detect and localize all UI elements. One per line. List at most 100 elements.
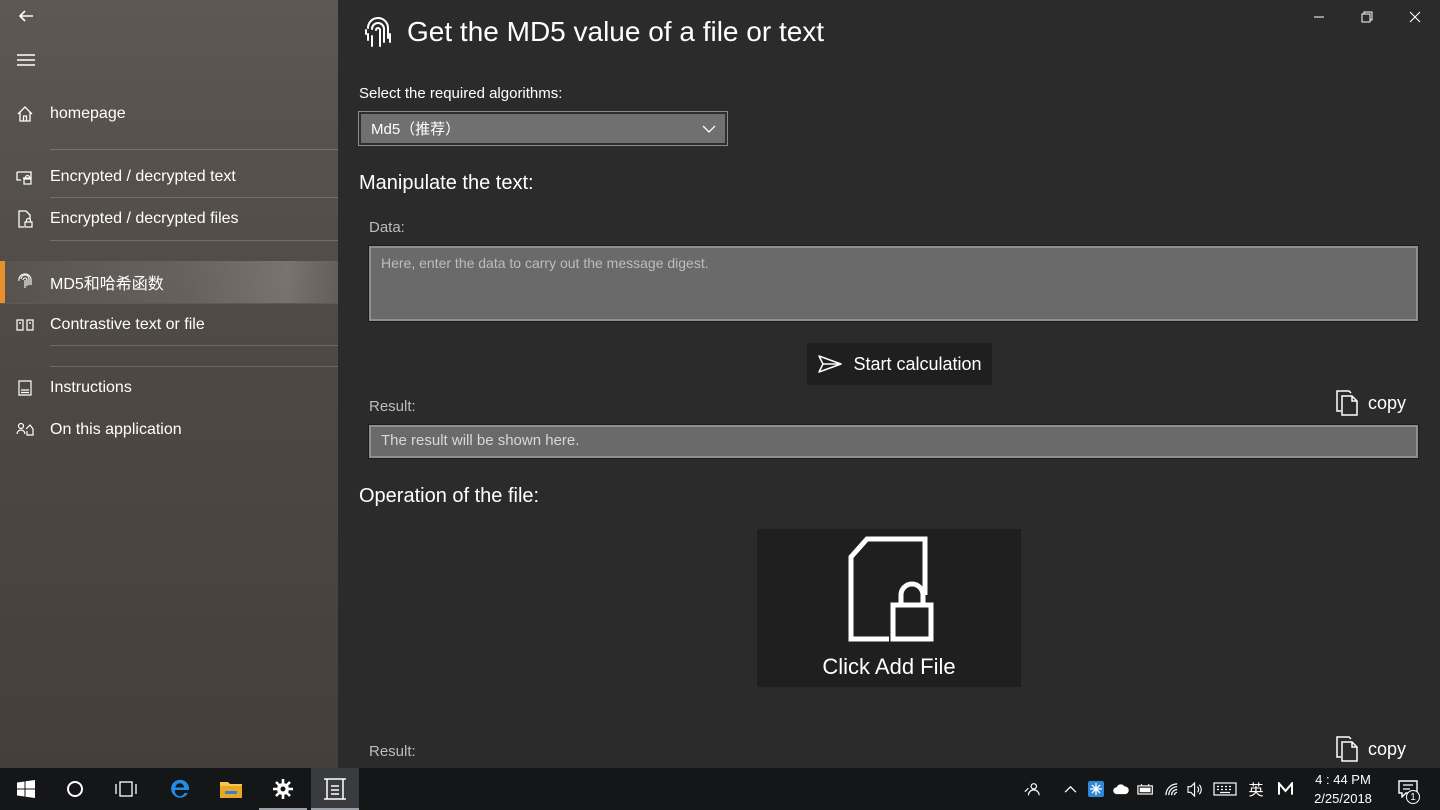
task-view-icon [115, 781, 137, 797]
file-explorer-button[interactable] [207, 768, 255, 810]
action-center-button[interactable] [1392, 768, 1424, 810]
ime-m-icon [1277, 782, 1293, 795]
divider [50, 240, 338, 241]
send-icon [818, 355, 843, 373]
volume-button[interactable] [1184, 768, 1206, 810]
algorithm-dropdown[interactable]: Md5（推荐） [358, 111, 728, 146]
sidebar-item-about[interactable]: On this application [0, 409, 338, 451]
copy-icon [1336, 736, 1358, 762]
copy-file-result-button[interactable]: copy [1336, 736, 1406, 762]
edge-browser-button[interactable] [156, 768, 204, 810]
chevron-up-icon [1064, 785, 1076, 793]
sidebar-item-label: MD5和哈希函数 [50, 276, 164, 293]
restore-icon [1361, 11, 1373, 23]
ime-mode-button[interactable] [1272, 768, 1298, 810]
start-calculation-label: Start calculation [853, 353, 982, 374]
minimize-icon [1314, 16, 1324, 18]
sidebar-item-compare[interactable]: Contrastive text or file [0, 304, 338, 346]
start-button[interactable] [2, 768, 50, 810]
algorithm-selected-value: Md5（推荐） [371, 121, 461, 138]
hamburger-icon [17, 54, 35, 66]
keyboard-icon [1213, 782, 1237, 796]
main-content: Get the MD5 value of a file or text Sele… [338, 0, 1440, 768]
copy-label: copy [1368, 392, 1407, 413]
folder-icon [220, 782, 242, 798]
file-section-heading: Operation of the file: [359, 485, 540, 507]
cortana-circle-icon [67, 781, 83, 797]
clock-date: 2/25/2018 [1314, 791, 1372, 806]
sidebar-item-label: Contrastive text or file [50, 316, 205, 333]
speaker-icon [1186, 781, 1202, 797]
sidebar-item-label: Instructions [50, 379, 132, 396]
back-button[interactable] [14, 4, 38, 28]
network-button[interactable] [1161, 768, 1183, 810]
clock-time: 4 : 44 PM [1315, 772, 1371, 787]
locked-file-icon [848, 536, 934, 642]
page-title: Get the MD5 value of a file or text [407, 16, 825, 47]
algorithm-label: Select the required algorithms: [359, 85, 563, 102]
app-frame-icon [324, 778, 346, 800]
data-label: Data: [369, 219, 405, 236]
gear-icon [273, 779, 293, 799]
snowflake-app-icon [1088, 781, 1104, 797]
md5-app-button[interactable] [311, 768, 359, 810]
data-input[interactable]: Here, enter the data to carry out the me… [368, 245, 1419, 322]
fingerprint-icon [0, 261, 50, 303]
home-icon [0, 93, 50, 135]
text-encrypt-icon [0, 156, 50, 198]
show-hidden-icons-button[interactable] [1060, 768, 1080, 810]
people-button[interactable] [1020, 768, 1044, 810]
add-file-label: Click Add File [822, 654, 956, 679]
sidebar-item-label: homepage [50, 105, 126, 122]
cloud-icon [1113, 784, 1129, 795]
sidebar-item-instructions[interactable]: Instructions [0, 367, 338, 409]
close-button[interactable] [1403, 6, 1427, 28]
sidebar-item-label: Encrypted / decrypted files [50, 210, 239, 227]
back-arrow-icon [18, 10, 33, 22]
restore-button[interactable] [1355, 6, 1379, 28]
battery-button[interactable] [1135, 768, 1157, 810]
onedrive-button[interactable] [1110, 768, 1132, 810]
sidebar-item-label: Encrypted / decrypted text [50, 168, 236, 185]
file-result-label: Result: [369, 743, 416, 760]
divider [50, 345, 338, 346]
divider [50, 149, 338, 150]
add-file-button[interactable]: Click Add File [757, 529, 1021, 687]
notification-count-badge: 1 [1406, 790, 1420, 804]
sidebar-item-encrypt-files[interactable]: Encrypted / decrypted files [0, 198, 338, 240]
navigation-pane: homepage Encrypted / decrypted text Encr… [0, 0, 338, 768]
file-encrypt-icon [0, 198, 50, 240]
wifi-icon [1164, 782, 1177, 795]
chevron-down-icon [702, 125, 716, 133]
sidebar-item-encrypt-text[interactable]: Encrypted / decrypted text [0, 156, 338, 198]
book-icon [0, 367, 50, 409]
cortana-button[interactable] [51, 768, 99, 810]
close-icon [1409, 11, 1421, 23]
menu-button[interactable] [14, 48, 38, 72]
text-section-heading: Manipulate the text: [359, 172, 534, 194]
start-calculation-button[interactable]: Start calculation [807, 343, 992, 385]
touch-keyboard-button[interactable] [1211, 768, 1239, 810]
clock[interactable]: 4 : 44 PM 2/25/2018 [1306, 770, 1380, 808]
copy-icon [1336, 390, 1358, 416]
ime-language-button[interactable]: 英 [1244, 768, 1268, 810]
settings-button[interactable] [259, 768, 307, 810]
windows-icon [17, 780, 35, 798]
fingerprint-icon [364, 16, 392, 50]
taskbar: 英 1 [0, 768, 1440, 810]
selection-indicator [0, 261, 5, 303]
minimize-button[interactable] [1307, 6, 1331, 28]
tray-app-button[interactable] [1086, 768, 1106, 810]
about-icon [0, 409, 50, 451]
result-label: Result: [369, 398, 416, 415]
copy-text-result-button[interactable]: copy [1336, 390, 1406, 416]
text-result-field[interactable]: The result will be shown here. [368, 424, 1419, 459]
sidebar-item-homepage[interactable]: homepage [0, 93, 338, 135]
edge-icon [171, 779, 190, 798]
sidebar-item-label: On this application [50, 421, 182, 438]
compare-icon [0, 304, 50, 346]
task-view-button[interactable] [102, 768, 150, 810]
people-icon [1024, 783, 1040, 796]
battery-icon [1137, 783, 1153, 795]
sidebar-item-md5[interactable]: MD5和哈希函数 [0, 261, 338, 303]
